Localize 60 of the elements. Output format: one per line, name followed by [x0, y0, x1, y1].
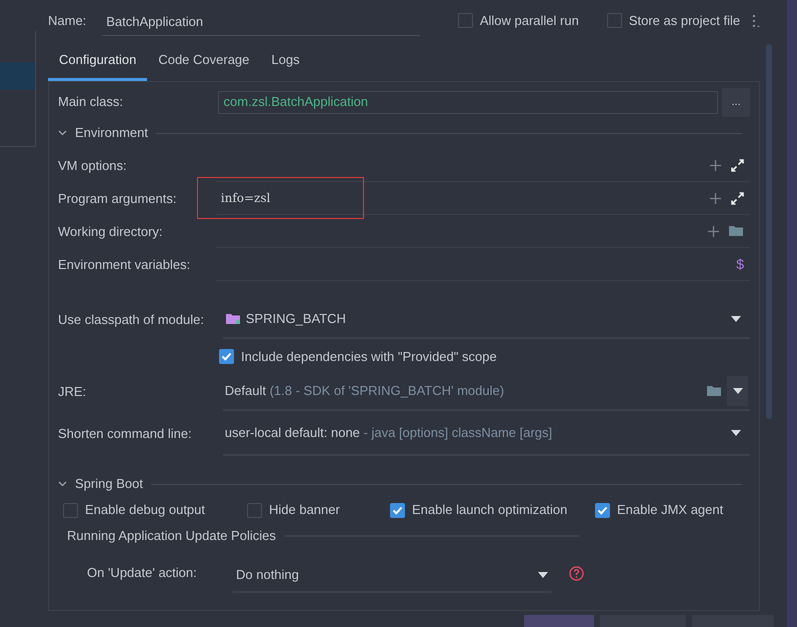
- module-folder-icon: [226, 313, 241, 325]
- help-icon[interactable]: [569, 566, 584, 580]
- jre-dropdown[interactable]: Default (1.8 - SDK of 'SPRING_BATCH' module): [222, 373, 750, 411]
- dropdown-arrow-icon[interactable]: [538, 572, 548, 578]
- field-label: Program arguments:: [58, 190, 178, 208]
- checkbox-label: Enable debug output: [85, 501, 205, 520]
- section-title: Running Application Update Policies: [67, 527, 276, 546]
- expand-icon[interactable]: [731, 158, 744, 172]
- tab[interactable]: Logs: [260, 41, 311, 81]
- chevron-icon[interactable]: [58, 481, 67, 487]
- checkbox[interactable]: [219, 349, 234, 364]
- plus-icon[interactable]: [708, 226, 719, 236]
- checkbox[interactable]: [606, 13, 622, 28]
- field-label: VM options:: [58, 156, 128, 175]
- checkbox-label: Include dependencies with "Provided" scope: [241, 348, 497, 366]
- checkbox[interactable]: [458, 13, 473, 28]
- field-label: JRE:: [58, 383, 88, 402]
- dropdown-arrow-icon[interactable]: [732, 388, 742, 394]
- expand-icon[interactable]: [731, 192, 744, 204]
- checkbox[interactable]: [247, 502, 262, 518]
- input-field[interactable]: info=zsl: [216, 182, 750, 214]
- folder-icon[interactable]: [729, 225, 744, 237]
- field-label: On 'Update' action:: [87, 564, 198, 582]
- checkbox-label: Enable launch optimization: [412, 501, 568, 520]
- checkmark-icon: [392, 504, 403, 516]
- checkbox-label: Enable JMX agent: [617, 501, 724, 520]
- module-dropdown[interactable]: SPRING_BATCH: [222, 301, 750, 339]
- checkbox-label: Allow parallel run: [480, 12, 579, 30]
- checkmark-icon: [221, 351, 232, 362]
- name-field[interactable]: BatchApplication: [102, 10, 420, 36]
- scrollbar[interactable]: [766, 44, 772, 419]
- chevron-icon[interactable]: [58, 130, 67, 136]
- plus-icon[interactable]: [710, 192, 721, 204]
- checkbox[interactable]: [390, 502, 405, 518]
- folder-icon[interactable]: [707, 385, 722, 397]
- dropdown-arrow-icon[interactable]: [731, 316, 741, 322]
- field-label: Use classpath of module:: [58, 311, 205, 330]
- tab[interactable]: Code Coverage: [147, 41, 260, 81]
- section-title: Environment: [75, 124, 148, 142]
- section-title: Spring Boot: [75, 475, 143, 494]
- checkbox[interactable]: [595, 502, 610, 518]
- field-label: Main class:: [58, 93, 124, 112]
- input-field[interactable]: $: [216, 248, 750, 280]
- checkbox-label: Hide banner: [269, 501, 340, 520]
- dropdown-arrow-icon[interactable]: [731, 430, 741, 436]
- browse-button[interactable]: ...: [722, 88, 750, 116]
- plus-icon[interactable]: [710, 160, 721, 170]
- more-options-icon[interactable]: [752, 14, 760, 28]
- tab[interactable]: Configuration: [48, 41, 148, 81]
- update-action-dropdown[interactable]: Do nothing: [232, 559, 552, 593]
- checkbox-label: Store as project file: [628, 12, 740, 30]
- field-label: Shorten command line:: [58, 424, 193, 443]
- main-class-field[interactable]: com.zsl.BatchApplication: [218, 90, 718, 114]
- shorten-command-dropdown[interactable]: user-local default: none - java [options] className [args]: [222, 412, 750, 456]
- name-label: Name:: [48, 12, 88, 30]
- checkbox[interactable]: [63, 502, 78, 518]
- checkmark-icon: [597, 504, 608, 516]
- field-label: Environment variables:: [58, 256, 192, 274]
- dollar-icon[interactable]: $: [736, 257, 744, 271]
- field-label: Working directory:: [58, 222, 164, 241]
